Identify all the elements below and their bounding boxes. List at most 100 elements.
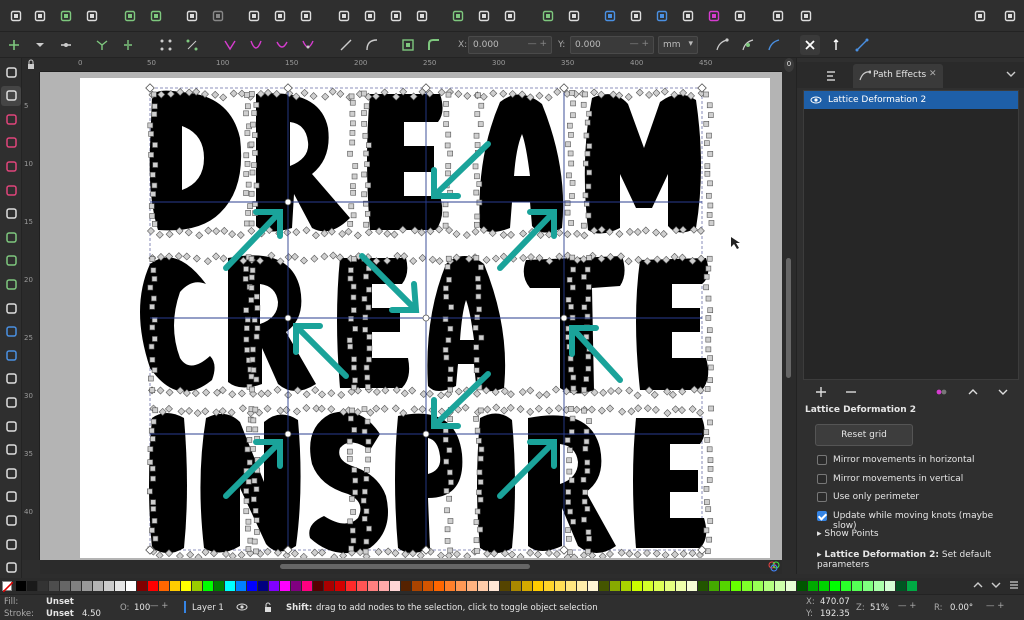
path-node[interactable]: [671, 405, 680, 414]
path-node[interactable]: [152, 407, 159, 414]
path-node[interactable]: [366, 408, 375, 417]
path-node[interactable]: [253, 517, 260, 523]
path-node[interactable]: [228, 552, 237, 560]
artwork[interactable]: [80, 78, 770, 560]
path-node[interactable]: [448, 479, 454, 486]
path-node[interactable]: [447, 325, 454, 332]
color-swatch[interactable]: [170, 581, 180, 591]
path-node[interactable]: [362, 326, 368, 333]
path-node[interactable]: [249, 386, 255, 393]
path-node[interactable]: [243, 266, 249, 272]
path-node[interactable]: [352, 326, 359, 332]
path-node[interactable]: [182, 252, 191, 261]
path-node[interactable]: [437, 551, 445, 560]
path-node[interactable]: [568, 366, 574, 373]
xml-editor-icon[interactable]: [678, 6, 698, 26]
path-node[interactable]: [706, 536, 713, 543]
pages-tool-icon[interactable]: [1, 558, 21, 578]
horizontal-scrollbar[interactable]: [40, 560, 782, 574]
color-swatch[interactable]: [412, 581, 422, 591]
path-node[interactable]: [454, 387, 463, 396]
path-node[interactable]: [652, 89, 661, 97]
delete-segment-icon[interactable]: [182, 35, 202, 55]
unlink-clone-icon[interactable]: [564, 6, 584, 26]
path-node[interactable]: [243, 498, 250, 504]
path-node[interactable]: [474, 213, 481, 220]
current-layer[interactable]: Layer 1: [192, 603, 224, 613]
path-node[interactable]: [347, 275, 354, 282]
path-node[interactable]: [586, 255, 592, 261]
path-node[interactable]: [535, 91, 544, 100]
path-node[interactable]: [253, 102, 260, 108]
color-swatch[interactable]: [654, 581, 664, 591]
color-swatch[interactable]: [588, 581, 598, 591]
cut-icon[interactable]: [270, 6, 290, 26]
path-node[interactable]: [276, 406, 285, 415]
path-node[interactable]: [351, 173, 358, 180]
path-node[interactable]: [363, 538, 370, 545]
path-node[interactable]: [149, 256, 156, 262]
path-node[interactable]: [174, 252, 183, 261]
path-node[interactable]: [476, 489, 482, 496]
path-node[interactable]: [365, 182, 371, 189]
path-node[interactable]: [445, 255, 452, 262]
preferences-icon[interactable]: [796, 6, 816, 26]
path-node[interactable]: [351, 427, 358, 433]
path-node[interactable]: [152, 142, 158, 148]
path-node[interactable]: [310, 254, 319, 263]
path-node[interactable]: [366, 142, 372, 148]
path-node[interactable]: [634, 404, 643, 413]
path-node[interactable]: [526, 386, 535, 395]
path-node[interactable]: [366, 334, 373, 340]
path-node[interactable]: [707, 419, 713, 426]
color-swatch[interactable]: [731, 581, 741, 591]
color-swatch[interactable]: [764, 581, 774, 591]
tweak-tool-icon[interactable]: [1, 416, 21, 436]
path-node[interactable]: [568, 303, 574, 310]
path-node[interactable]: [311, 386, 320, 395]
path-node[interactable]: [243, 190, 249, 196]
color-swatch[interactable]: [533, 581, 543, 591]
color-swatch[interactable]: [225, 581, 235, 591]
path-node[interactable]: [477, 407, 484, 414]
path-node[interactable]: [236, 231, 245, 240]
path-node[interactable]: [251, 478, 258, 484]
path-node[interactable]: [703, 121, 710, 127]
path-node[interactable]: [164, 404, 173, 413]
palette-scroll-down-icon[interactable]: [990, 579, 1002, 594]
path-node[interactable]: [254, 325, 261, 332]
path-node[interactable]: [527, 253, 535, 261]
path-node[interactable]: [263, 404, 272, 413]
path-node[interactable]: [584, 459, 591, 466]
path-node[interactable]: [444, 538, 451, 544]
default-params-expander[interactable]: ▸ Lattice Deformation 2: Set default par…: [817, 550, 1024, 570]
path-node[interactable]: [302, 404, 311, 412]
path-node[interactable]: [475, 275, 481, 282]
path-node[interactable]: [252, 426, 259, 433]
path-node[interactable]: [302, 226, 311, 235]
path-node[interactable]: [707, 307, 714, 314]
node-tool-icon[interactable]: [1, 85, 21, 106]
path-node[interactable]: [516, 552, 525, 560]
path-node[interactable]: [203, 257, 212, 266]
path-node[interactable]: [365, 447, 371, 453]
color-swatch[interactable]: [830, 581, 840, 591]
path-node[interactable]: [478, 446, 485, 453]
path-node[interactable]: [703, 91, 709, 98]
path-node[interactable]: [346, 438, 353, 445]
path-node[interactable]: [568, 220, 574, 226]
path-node[interactable]: [473, 344, 480, 351]
color-swatch[interactable]: [720, 581, 730, 591]
path-node[interactable]: [473, 357, 480, 363]
path-node[interactable]: [584, 150, 591, 157]
pen-tool-icon[interactable]: [1, 251, 21, 271]
object-to-path-icon[interactable]: [398, 35, 418, 55]
copy-icon[interactable]: [244, 6, 264, 26]
path-node[interactable]: [585, 183, 592, 190]
path-node[interactable]: [447, 469, 453, 476]
path-node[interactable]: [364, 467, 370, 473]
color-swatch[interactable]: [335, 581, 345, 591]
color-swatch[interactable]: [82, 581, 92, 591]
path-node[interactable]: [361, 516, 368, 522]
color-swatch[interactable]: [885, 581, 895, 591]
